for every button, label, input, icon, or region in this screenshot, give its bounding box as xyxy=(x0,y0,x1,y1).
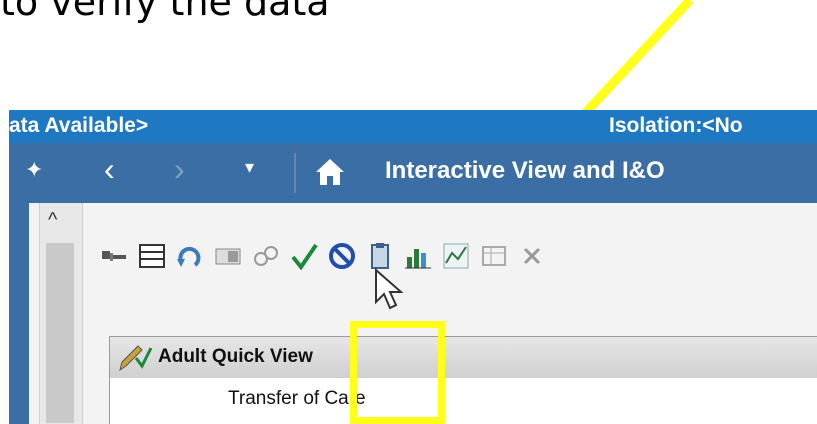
line-chart-icon[interactable] xyxy=(441,241,471,271)
instruction-caption: to verify the data xyxy=(0,0,330,24)
refresh-icon[interactable] xyxy=(175,241,205,271)
bar-chart-icon[interactable] xyxy=(403,241,433,271)
banner-isolation: Isolation:<No xyxy=(609,114,743,137)
add-row-icon[interactable] xyxy=(99,241,129,271)
link-icon[interactable] xyxy=(251,241,281,271)
back-button[interactable]: ‹ xyxy=(104,151,115,188)
sign-checkmark-icon[interactable] xyxy=(289,241,319,271)
section-header-adult-quick-view[interactable]: Adult Quick View xyxy=(109,336,817,380)
nav-divider xyxy=(294,153,296,193)
list-item[interactable]: Transfer of Care xyxy=(109,378,817,424)
pen-check-icon xyxy=(118,344,153,377)
scroll-thumb[interactable] xyxy=(46,243,74,423)
patient-banner: ata Available> Isolation:<No xyxy=(9,110,817,143)
list-item-label: Transfer of Care xyxy=(228,388,366,409)
close-icon[interactable] xyxy=(517,241,547,271)
iview-toolbar xyxy=(89,203,817,303)
home-icon[interactable] xyxy=(315,157,345,192)
banner-data-status: ata Available> xyxy=(9,114,149,137)
emr-window: ata Available> Isolation:<No ✦ ‹ › ▾ Int… xyxy=(9,110,817,424)
grid-icon[interactable] xyxy=(137,241,167,271)
forward-button[interactable]: › xyxy=(174,151,185,188)
view-title: Interactive View and I&O xyxy=(385,157,665,184)
navigation-bar: ✦ ‹ › ▾ Interactive View and I&O xyxy=(9,143,817,203)
cancel-icon[interactable] xyxy=(327,241,357,271)
scroll-up-button[interactable]: ^ xyxy=(48,209,57,232)
highlight-annotation xyxy=(350,321,445,424)
pin-icon[interactable]: ✦ xyxy=(25,157,43,183)
table-icon[interactable] xyxy=(479,241,509,271)
history-dropdown-button[interactable]: ▾ xyxy=(245,157,254,178)
mouse-pointer-icon xyxy=(375,268,404,310)
clipboard-icon[interactable] xyxy=(365,241,395,271)
section-title: Adult Quick View xyxy=(158,346,313,367)
document-icon[interactable] xyxy=(213,241,243,271)
navigator-scrollbar[interactable]: ^ xyxy=(39,203,83,424)
left-rail xyxy=(9,203,29,424)
